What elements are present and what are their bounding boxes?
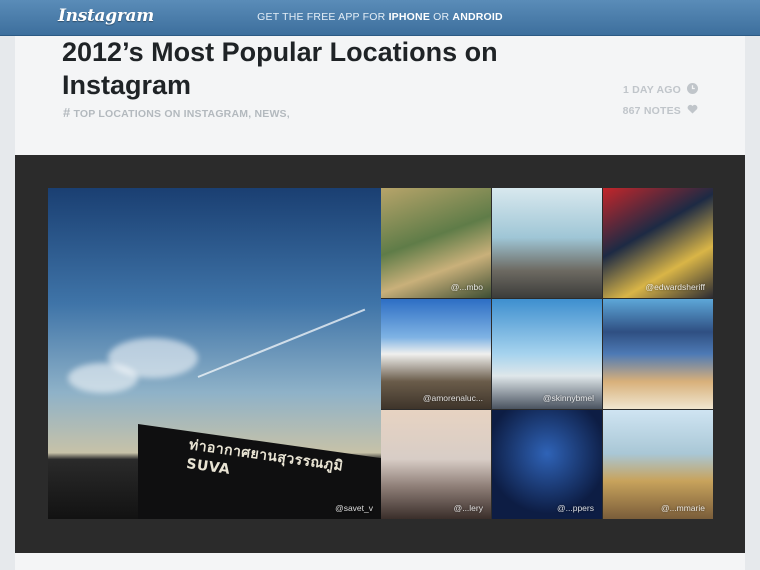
promo-or: OR: [430, 11, 453, 23]
promo-prefix: GET THE FREE APP FOR: [257, 11, 389, 23]
heart-icon: [687, 104, 698, 117]
photo-tile-lax[interactable]: @skinnybmel: [492, 299, 602, 409]
post-title: 2012’s Most Popular Locations on Instagr…: [62, 37, 498, 100]
photo-tile-staples-center[interactable]: @...ppers: [492, 410, 602, 519]
post-tags: # TOP LOCATIONS ON INSTAGRAM, NEWS,: [63, 105, 290, 120]
promo-iphone[interactable]: IPHONE: [389, 11, 430, 23]
post-header: 2012’s Most Popular Locations on Instagr…: [15, 36, 745, 155]
post-footer: [15, 553, 745, 570]
app-promo[interactable]: GET THE FREE APP FOR IPHONE OR ANDROID: [0, 11, 760, 23]
photo-caption: @...mmarie: [660, 503, 705, 513]
photo-caption: @...mbo: [450, 282, 483, 292]
post-time-label: 1 DAY AGO: [622, 84, 681, 96]
photo-tile-dodger-stadium[interactable]: [603, 299, 713, 409]
photo-panel: ท่าอากาศยานสุวรรณภูมิ SUVA @savet_v @...…: [15, 155, 745, 553]
post-notes-label: 867 NOTES: [622, 104, 681, 117]
photo-tile-ballpark[interactable]: @amorenaluc...: [381, 299, 491, 409]
post-notes[interactable]: 867 NOTES: [623, 104, 698, 117]
photo-caption: @edwardsheriff: [645, 282, 706, 292]
photo-airport[interactable]: ท่าอากาศยานสุวรรณภูมิ SUVA @savet_v: [48, 188, 381, 519]
photo-caption: @skinnybmel: [542, 393, 594, 403]
photo-caption: @...ppers: [557, 503, 594, 513]
promo-android[interactable]: ANDROID: [452, 11, 502, 23]
tag-link-top-locations[interactable]: TOP LOCATIONS ON INSTAGRAM: [73, 108, 248, 120]
photo-tile-mall[interactable]: @...mbo: [381, 188, 491, 298]
hash-icon: #: [63, 105, 71, 120]
tag-link-news[interactable]: NEWS: [254, 108, 286, 120]
photo-tile-times-square[interactable]: @edwardsheriff: [603, 188, 713, 298]
clock-icon: [687, 83, 698, 97]
top-bar: Instagram GET THE FREE APP FOR IPHONE OR…: [0, 0, 760, 36]
photo-mosaic: ท่าอากาศยานสุวรรณภูมิ SUVA @savet_v @...…: [48, 188, 713, 519]
photo-caption: @amorenaluc...: [422, 393, 483, 403]
photo-tile-santa-monica-pier[interactable]: @...mmarie: [603, 410, 713, 519]
photo-caption: @...lery: [453, 503, 483, 513]
photo-caption: @savet_v: [335, 503, 373, 513]
photo-tile-eiffel-tower[interactable]: @...lery: [381, 410, 491, 519]
post-time[interactable]: 1 DAY AGO: [623, 83, 698, 97]
photo-tile-disneyland[interactable]: [492, 188, 602, 298]
